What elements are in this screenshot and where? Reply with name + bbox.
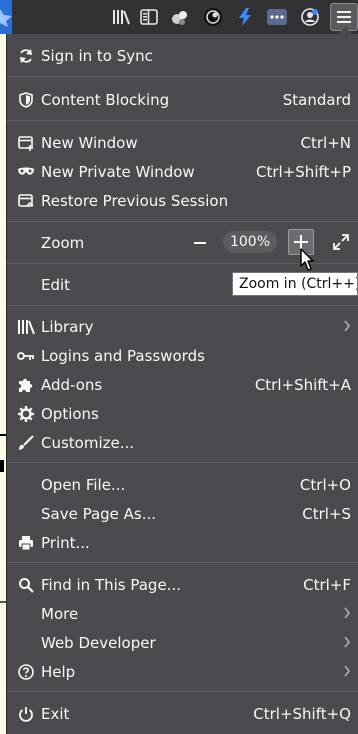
menu-item-library[interactable]: Library xyxy=(7,312,358,341)
shortcut-label: Ctrl+Shift+P xyxy=(256,162,351,181)
sidebar-icon xyxy=(140,9,158,25)
menu-item-label: Add-ons xyxy=(41,375,103,394)
menu-item-label: Find in This Page... xyxy=(41,575,181,594)
menu-item-label: Customize... xyxy=(41,433,135,452)
sync-icon xyxy=(17,47,35,65)
menu-item-addons[interactable]: Add-ons Ctrl+Shift+A xyxy=(7,370,358,399)
shortcut-label: Ctrl+N xyxy=(300,133,351,152)
menu-item-label: Logins and Passwords xyxy=(41,346,205,365)
menu-item-label: Content Blocking xyxy=(41,90,170,109)
key-icon xyxy=(17,347,35,365)
hamburger-menu-icon xyxy=(337,11,351,23)
fullscreen-icon xyxy=(333,234,349,250)
menu-item-label: Options xyxy=(41,404,99,423)
paintbrush-icon xyxy=(17,434,35,452)
fullscreen-button[interactable] xyxy=(332,233,350,251)
separator xyxy=(7,76,358,77)
menu-item-customize[interactable]: Customize... xyxy=(7,428,358,457)
shortcut-label: Ctrl+F xyxy=(303,575,351,594)
zoom-in-tooltip: Zoom in (Ctrl++) xyxy=(232,272,358,296)
sync-account-button[interactable] xyxy=(296,3,324,31)
separator xyxy=(7,221,358,222)
avatar-icon xyxy=(204,8,222,26)
menu-item-content-blocking[interactable]: Content Blocking Standard xyxy=(7,85,358,114)
menu-item-label: Sign in to Sync xyxy=(41,46,153,65)
app-menu-panel: Sign in to Sync Content Blocking Standar… xyxy=(6,27,358,734)
zoom-reset-button[interactable]: 100% xyxy=(223,231,277,253)
separator xyxy=(7,691,358,692)
extension-button[interactable] xyxy=(166,3,194,31)
menu-item-label: Open File... xyxy=(41,475,126,494)
shield-icon xyxy=(17,91,35,109)
help-icon xyxy=(17,663,35,681)
menu-item-new-private-window[interactable]: New Private Window Ctrl+Shift+P xyxy=(7,157,358,186)
menu-item-label: Library xyxy=(41,317,94,336)
menu-item-label: Save Page As... xyxy=(41,504,157,523)
chevron-right-icon xyxy=(344,636,351,648)
power-icon xyxy=(17,705,35,723)
menu-item-save-page[interactable]: Save Page As... Ctrl+S xyxy=(7,499,358,528)
menu-item-label: New Window xyxy=(41,133,138,152)
mouse-cursor-icon xyxy=(300,248,314,271)
chevron-right-icon xyxy=(344,665,351,677)
separator xyxy=(7,562,358,563)
menu-item-label: Web Developer xyxy=(41,633,156,652)
menu-item-label: Restore Previous Session xyxy=(41,191,229,210)
menu-item-web-developer[interactable]: Web Developer xyxy=(7,628,358,657)
shortcut-label: Ctrl+Shift+A xyxy=(254,375,351,394)
new-window-icon xyxy=(17,134,35,152)
bolt-button[interactable] xyxy=(231,3,259,31)
menu-item-label: New Private Window xyxy=(41,162,195,181)
library-icon xyxy=(17,318,35,336)
menu-item-logins[interactable]: Logins and Passwords xyxy=(7,341,358,370)
minus-icon xyxy=(194,241,206,244)
printer-icon xyxy=(17,534,35,552)
menu-item-options[interactable]: Options xyxy=(7,399,358,428)
menu-item-label: More xyxy=(41,604,79,623)
menu-item-open-file[interactable]: Open File... Ctrl+O xyxy=(7,470,358,499)
content-blocking-value: Standard xyxy=(282,90,351,109)
private-mask-icon xyxy=(17,163,35,181)
zoom-out-button[interactable] xyxy=(191,228,209,257)
shortcut-label: Ctrl+S xyxy=(302,504,351,523)
restore-session-icon xyxy=(17,192,35,210)
menu-item-sign-in[interactable]: Sign in to Sync xyxy=(7,41,358,70)
toolbar xyxy=(0,0,358,34)
sidebar-button[interactable] xyxy=(135,3,163,31)
separator xyxy=(7,120,358,121)
zoom-label: Zoom xyxy=(41,233,85,252)
more-icon xyxy=(267,9,287,25)
star-icon xyxy=(0,9,12,27)
menu-arrow xyxy=(337,27,353,35)
menu-item-find[interactable]: Find in This Page... Ctrl+F xyxy=(7,570,358,599)
puzzle-icon xyxy=(17,376,35,394)
library-button[interactable] xyxy=(107,3,135,31)
gear-icon xyxy=(17,405,35,423)
sync-account-icon xyxy=(301,8,319,26)
bolt-icon xyxy=(239,8,251,26)
menu-item-label: Exit xyxy=(41,704,70,723)
menu-item-exit[interactable]: Exit Ctrl+Shift+Q xyxy=(7,699,358,728)
menu-item-new-window[interactable]: New Window Ctrl+N xyxy=(7,128,358,157)
avatar-button[interactable] xyxy=(199,3,227,31)
separator xyxy=(7,305,358,306)
separator xyxy=(7,462,358,463)
star-button[interactable] xyxy=(0,0,12,34)
chevron-right-icon xyxy=(344,607,351,619)
edit-label: Edit xyxy=(41,275,71,294)
menu-item-more[interactable]: More xyxy=(7,599,358,628)
shortcut-label: Ctrl+O xyxy=(299,475,351,494)
search-icon xyxy=(17,576,35,594)
menu-item-help[interactable]: Help xyxy=(7,657,358,686)
extension-icon xyxy=(172,11,187,25)
more-button[interactable] xyxy=(263,3,291,31)
plus-icon xyxy=(294,235,308,249)
menu-item-print[interactable]: Print... xyxy=(7,528,358,557)
menu-item-restore-session[interactable]: Restore Previous Session xyxy=(7,186,358,215)
menu-item-label: Print... xyxy=(41,533,90,552)
shortcut-label: Ctrl+Shift+Q xyxy=(253,704,351,723)
menu-item-label: Help xyxy=(41,662,76,681)
library-icon xyxy=(113,10,130,25)
chevron-right-icon xyxy=(344,320,351,332)
